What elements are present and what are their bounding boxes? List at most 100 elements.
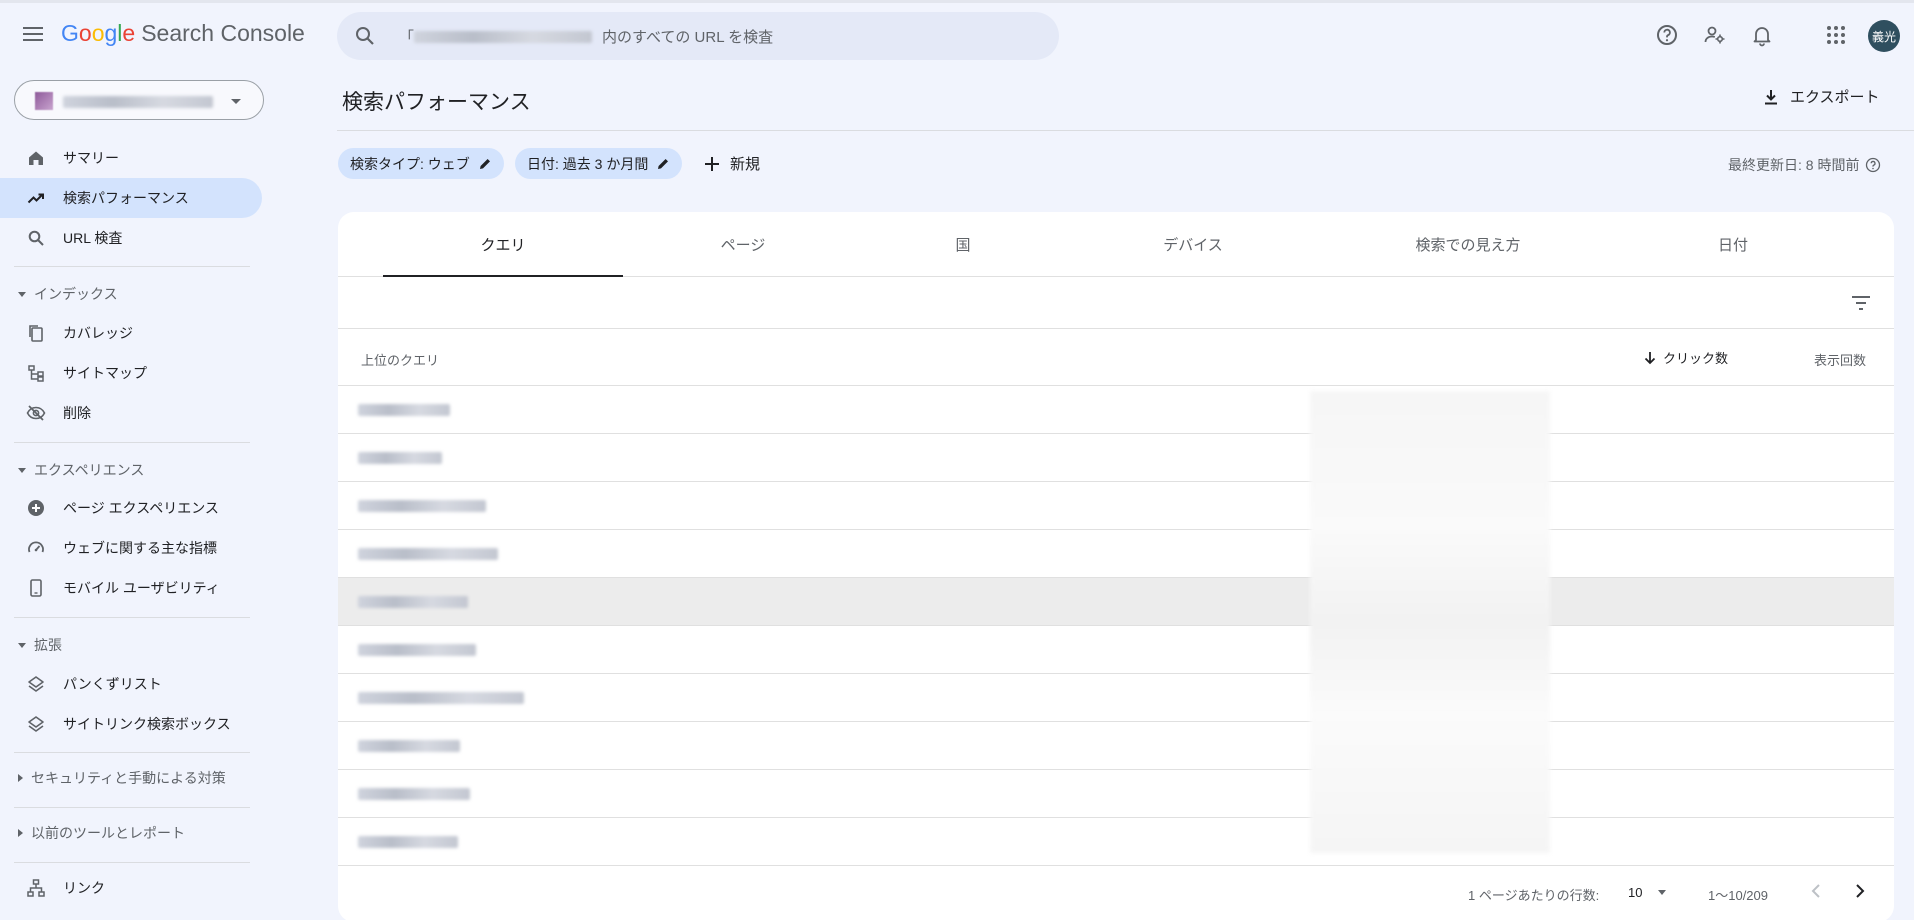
nav-item-breadcrumbs[interactable]: パンくずリスト	[0, 664, 262, 704]
product-logo[interactable]: Google Search Console	[61, 20, 305, 47]
divider	[14, 752, 250, 753]
help-icon[interactable]	[1865, 157, 1881, 173]
speed-icon	[25, 537, 47, 559]
nav-label: ウェブに関する主な指標	[63, 540, 217, 556]
tab-queries[interactable]: クエリ	[383, 212, 623, 277]
section-index[interactable]: インデックス	[18, 282, 118, 306]
column-header-clicks[interactable]: クリック数	[1643, 348, 1728, 367]
edit-icon	[479, 158, 490, 169]
divider	[14, 617, 250, 618]
nav-item-core-web-vitals[interactable]: ウェブに関する主な指標	[0, 528, 262, 568]
section-label: エクスペリエンス	[34, 462, 145, 478]
tab-pages[interactable]: ページ	[623, 212, 863, 277]
nav-item-removals[interactable]: 削除	[0, 393, 262, 433]
nav-label: 削除	[63, 405, 91, 421]
nav-item-sitemaps[interactable]: サイトマップ	[0, 353, 262, 393]
notifications-icon[interactable]	[1747, 20, 1777, 50]
chip-date-range[interactable]: 日付: 過去 3 か月間	[515, 148, 683, 179]
table-row[interactable]	[338, 578, 1894, 626]
product-name: Search Console	[141, 20, 305, 46]
table-row[interactable]	[338, 482, 1894, 530]
avatar[interactable]: 義光	[1868, 20, 1900, 52]
table-row[interactable]	[338, 530, 1894, 578]
divider	[14, 807, 250, 808]
nav-label: サマリー	[63, 150, 119, 166]
rows-per-page-select[interactable]: 10	[1628, 885, 1667, 900]
section-label: インデックス	[34, 286, 118, 302]
tab-search-appearance[interactable]: 検索での見え方	[1323, 212, 1613, 277]
nav-label: サイトリンク検索ボックス	[63, 716, 231, 732]
nav-item-summary[interactable]: サマリー	[0, 138, 262, 178]
nav-item-sitelinks-searchbox[interactable]: サイトリンク検索ボックス	[0, 704, 262, 744]
last-updated-text: 最終更新日: 8 時間前	[1728, 157, 1860, 173]
chip-search-type[interactable]: 検索タイプ: ウェブ	[338, 148, 504, 179]
table-filter-bar	[338, 277, 1894, 329]
property-favicon	[35, 92, 53, 110]
table-row[interactable]	[338, 434, 1894, 482]
tab-devices[interactable]: デバイス	[1063, 212, 1323, 277]
expand-icon	[18, 642, 26, 648]
divider	[14, 266, 250, 267]
redacted-property-name	[63, 96, 213, 108]
nav-item-links[interactable]: リンク	[0, 868, 262, 908]
home-icon	[25, 147, 47, 169]
rows-per-page-label: 1 ページあたりの行数:	[1468, 888, 1600, 903]
table-row[interactable]	[338, 626, 1894, 674]
section-label: セキュリティと手動による対策	[31, 770, 226, 786]
section-enhancements[interactable]: 拡張	[18, 633, 62, 657]
table-row[interactable]	[338, 818, 1894, 866]
file-copy-icon	[25, 322, 47, 344]
table-pagination: 1 ページあたりの行数: 10 1〜10/209	[338, 862, 1894, 920]
tab-dates[interactable]: 日付	[1613, 212, 1853, 277]
table-row[interactable]	[338, 386, 1894, 434]
section-label: 以前のツールとレポート	[31, 825, 185, 841]
nav-item-url-inspection[interactable]: URL 検査	[0, 218, 262, 258]
table-row[interactable]	[338, 722, 1894, 770]
url-inspect-search-bar[interactable]: 「 内のすべての URL を検査	[337, 12, 1059, 60]
logo-letter: g	[104, 20, 118, 46]
tab-countries[interactable]: 国	[863, 212, 1063, 277]
help-icon[interactable]	[1652, 20, 1682, 50]
nav-item-search-performance[interactable]: 検索パフォーマンス	[0, 178, 262, 218]
table-row[interactable]	[338, 674, 1894, 722]
table-header: 上位のクエリ クリック数 表示回数	[338, 329, 1894, 386]
property-selector[interactable]	[14, 80, 264, 120]
nav-label: モバイル ユーザビリティ	[63, 580, 220, 596]
chevron-left-icon[interactable]	[1808, 881, 1824, 901]
sitemap-icon	[25, 877, 47, 899]
section-legacy-tools[interactable]: 以前のツールとレポート	[18, 821, 185, 845]
section-security[interactable]: セキュリティと手動による対策	[18, 766, 226, 790]
redacted-property-name	[414, 30, 593, 43]
nav-label: 検索パフォーマンス	[63, 190, 189, 206]
pagination-range: 1〜10/209	[1708, 888, 1768, 903]
table-row[interactable]	[338, 770, 1894, 818]
export-label: エクスポート	[1790, 89, 1880, 106]
nav-label: ページ エクスペリエンス	[63, 500, 219, 516]
column-header-query: 上位のクエリ	[361, 353, 440, 368]
apps-grid-icon[interactable]	[1821, 20, 1851, 50]
nav-item-mobile-usability[interactable]: モバイル ユーザビリティ	[0, 568, 262, 608]
trending-up-icon	[25, 187, 47, 209]
nav-label: URL 検査	[63, 230, 123, 246]
nav-label: リンク	[63, 880, 105, 896]
add-filter-button[interactable]: 新規	[704, 148, 760, 179]
filter-list-icon[interactable]	[1850, 293, 1872, 313]
chevron-down-icon	[1658, 890, 1667, 895]
add-circle-icon	[25, 497, 47, 519]
logo-letter: G	[61, 20, 79, 46]
menu-icon[interactable]	[20, 23, 46, 45]
layers-icon	[25, 673, 47, 695]
nav-item-coverage[interactable]: カバレッジ	[0, 313, 262, 353]
export-button[interactable]: エクスポート	[1762, 86, 1880, 107]
redacted-metrics-column	[1310, 391, 1550, 853]
page-title: 検索パフォーマンス	[342, 91, 531, 114]
layers-icon	[25, 713, 47, 735]
nav-label: カバレッジ	[63, 325, 133, 341]
manage-users-icon[interactable]	[1700, 20, 1730, 50]
chevron-right-icon[interactable]	[1852, 881, 1868, 901]
section-experience[interactable]: エクスペリエンス	[18, 458, 144, 482]
logo-letter: o	[91, 20, 105, 46]
nav-item-page-experience[interactable]: ページ エクスペリエンス	[0, 488, 262, 528]
column-header-impressions[interactable]: 表示回数	[1814, 350, 1866, 369]
edit-icon	[658, 158, 669, 169]
